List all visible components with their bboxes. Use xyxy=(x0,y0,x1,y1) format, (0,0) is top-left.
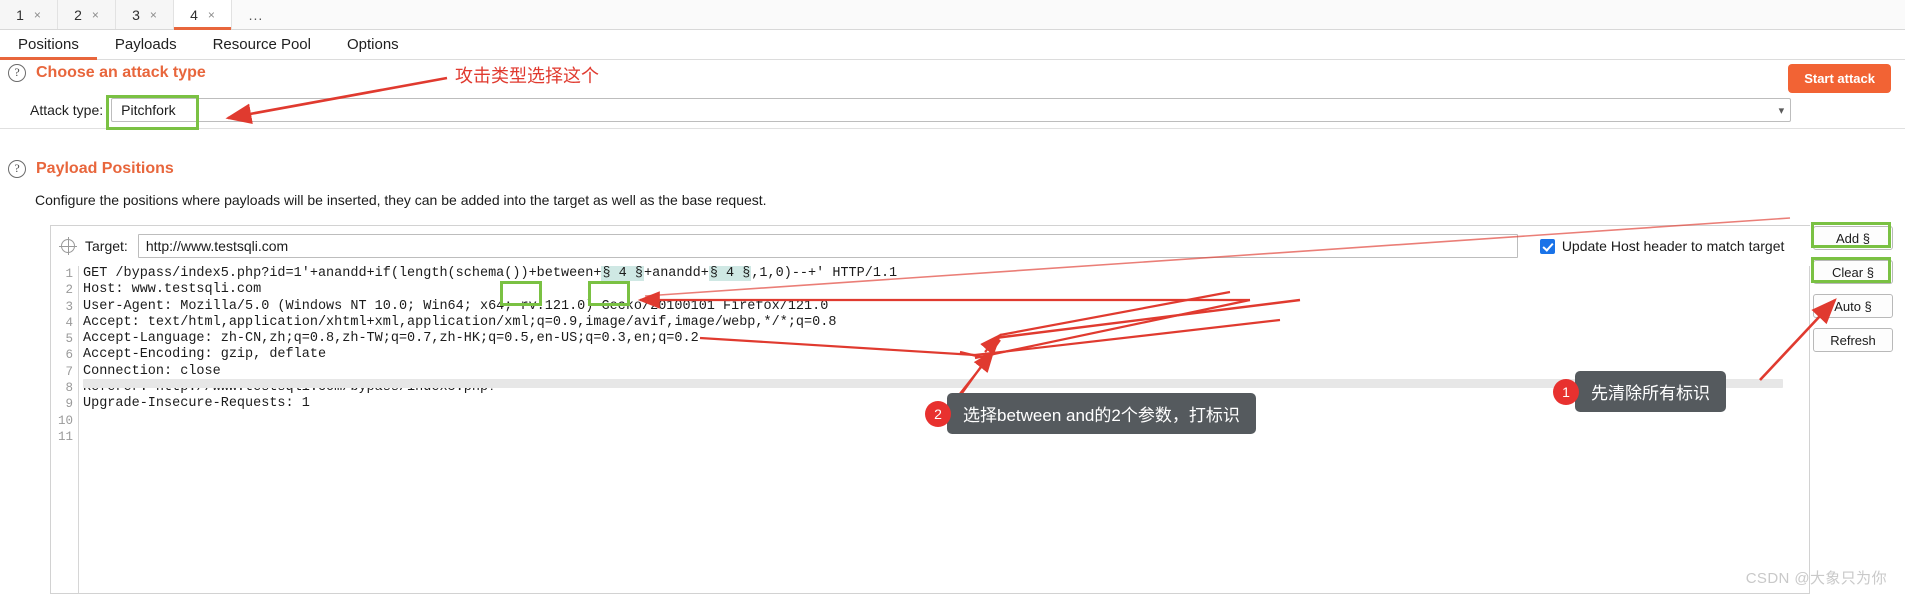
payload-positions-description: Configure the positions where payloads w… xyxy=(35,192,767,208)
callout-number: 1 xyxy=(1553,378,1579,405)
line-number: 3 xyxy=(65,299,73,314)
request-tab-2[interactable]: 2 × xyxy=(58,0,116,29)
request-text-fragment: +anandd+ xyxy=(644,266,709,281)
request-tab-3[interactable]: 3 × xyxy=(116,0,174,29)
section-title-payload-positions: Payload Positions xyxy=(36,160,174,177)
request-line-6: Accept-Encoding: gzip, deflate xyxy=(83,347,327,363)
request-code[interactable]: GET /bypass/index5.php?id=1'+anandd+if(l… xyxy=(83,266,1809,413)
position-buttons: Add § Clear § Auto § Refresh xyxy=(1813,226,1893,352)
callout-text: 先清除所有标识 xyxy=(1575,371,1726,412)
add-section-button[interactable]: Add § xyxy=(1813,226,1893,250)
request-tabstrip: 1 × 2 × 3 × 4 × ... xyxy=(0,0,1905,30)
request-tab-label: 1 xyxy=(16,6,24,23)
watermark: CSDN @大象只为你 xyxy=(1745,570,1887,587)
attack-type-select[interactable]: Pitchfork ▾ xyxy=(111,98,1792,122)
payload-positions-header: ? Payload Positions xyxy=(8,160,174,178)
auto-section-button[interactable]: Auto § xyxy=(1813,294,1893,318)
line-number: 2 xyxy=(65,283,73,298)
request-tab-label: 3 xyxy=(132,6,140,23)
line-number: 8 xyxy=(65,381,73,396)
request-line-1: GET /bypass/index5.php?id=1'+anandd+if(l… xyxy=(83,266,1809,282)
checkbox-icon[interactable] xyxy=(1539,238,1555,254)
line-number: 9 xyxy=(65,397,73,412)
close-icon[interactable]: × xyxy=(92,9,99,21)
horizontal-scrollbar[interactable] xyxy=(83,379,1783,388)
callout-number: 2 xyxy=(925,400,951,427)
line-number: 10 xyxy=(57,413,73,428)
burp-intruder-window: 1 × 2 × 3 × 4 × ... Positions Payloads R… xyxy=(0,0,1905,594)
close-icon[interactable]: × xyxy=(34,9,41,21)
attack-type-row: Attack type: Pitchfork ▾ xyxy=(30,98,1792,122)
close-icon[interactable]: × xyxy=(150,9,157,21)
request-text-fragment: GET /bypass/index5.php?id=1'+anandd+if(l… xyxy=(83,266,602,281)
update-host-label: Update Host header to match target xyxy=(1561,238,1785,254)
callout-2: 2 选择between and的2个参数，打标识 xyxy=(925,393,1256,434)
request-tab-4[interactable]: 4 × xyxy=(174,0,232,30)
close-icon[interactable]: × xyxy=(208,9,215,21)
section-tabstrip: Positions Payloads Resource Pool Options xyxy=(0,30,1905,60)
line-number-gutter: 1 2 3 4 5 6 7 8 9 10 11 xyxy=(51,266,79,593)
request-tab-label: 4 xyxy=(190,6,198,23)
section-divider xyxy=(0,128,1905,129)
tab-positions[interactable]: Positions xyxy=(0,30,97,60)
request-line-3: User-Agent: Mozilla/5.0 (Windows NT 10.0… xyxy=(83,298,829,314)
line-number: 11 xyxy=(57,429,73,444)
request-line-4: Accept: text/html,application/xhtml+xml,… xyxy=(83,314,837,330)
attack-type-value: Pitchfork xyxy=(121,102,176,118)
line-number: 4 xyxy=(65,315,73,330)
tab-resource-pool[interactable]: Resource Pool xyxy=(195,30,329,59)
attack-type-header: ? Choose an attack type xyxy=(8,64,206,82)
section-title-attack-type: Choose an attack type xyxy=(36,64,206,81)
callout-1: 1 先清除所有标识 xyxy=(1553,371,1726,412)
callout-text: 选择between and的2个参数，打标识 xyxy=(947,393,1256,434)
refresh-button[interactable]: Refresh xyxy=(1813,328,1893,352)
line-number: 7 xyxy=(65,364,73,379)
tab-payloads[interactable]: Payloads xyxy=(97,30,195,59)
update-host-checkbox-row[interactable]: Update Host header to match target xyxy=(1539,238,1785,254)
line-number: 1 xyxy=(65,267,73,281)
target-icon xyxy=(59,237,77,255)
target-row: Target: http://www.testsqli.com Update H… xyxy=(51,226,1811,266)
payload-position-marker[interactable]: § 4 § xyxy=(601,266,644,281)
start-attack-button[interactable]: Start attack xyxy=(1788,64,1891,93)
request-line-7: Connection: close xyxy=(83,363,221,379)
request-tab-label: 2 xyxy=(74,6,82,23)
chevron-down-icon[interactable]: ▾ xyxy=(1779,104,1785,117)
request-text-fragment: ,1,0)--+' HTTP/1.1 xyxy=(751,266,898,281)
request-tab-1[interactable]: 1 × xyxy=(0,0,58,29)
help-icon[interactable]: ? xyxy=(8,160,26,178)
request-line-5: Accept-Language: zh-CN,zh;q=0.8,zh-TW;q=… xyxy=(83,331,699,347)
line-number: 6 xyxy=(65,348,73,363)
line-number: 5 xyxy=(65,332,73,347)
tab-options[interactable]: Options xyxy=(329,30,417,59)
attack-type-label: Attack type: xyxy=(30,102,104,118)
target-input[interactable]: http://www.testsqli.com xyxy=(137,234,1518,258)
more-tabs-button[interactable]: ... xyxy=(232,0,280,29)
request-line-2: Host: www.testsqli.com xyxy=(83,282,262,298)
payload-position-marker[interactable]: § 4 § xyxy=(708,266,752,281)
attack-type-annotation: 攻击类型选择这个 xyxy=(455,66,599,86)
clear-section-button[interactable]: Clear § xyxy=(1813,260,1893,284)
help-icon[interactable]: ? xyxy=(8,64,26,82)
target-label: Target: xyxy=(85,238,128,254)
